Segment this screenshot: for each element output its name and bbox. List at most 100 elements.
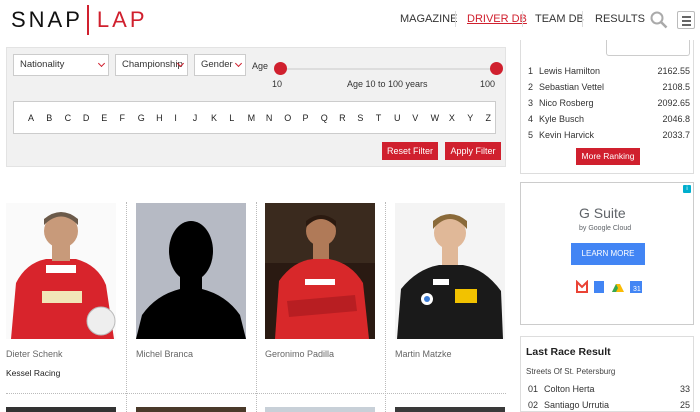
- last-race-event[interactable]: Streets Of St. Petersburg: [526, 367, 615, 376]
- more-ranking-button[interactable]: More Ranking: [576, 148, 640, 165]
- grid-divider: [256, 202, 257, 412]
- age-slider-track[interactable]: [280, 68, 495, 70]
- chevron-down-icon: [97, 59, 106, 68]
- ranking-name[interactable]: Lewis Hamilton: [539, 66, 600, 76]
- driver-card[interactable]: Dieter Schenk Kessel Racing: [6, 203, 116, 378]
- letter-filter-k[interactable]: K: [211, 113, 217, 123]
- ranking-points: 2033.7: [662, 130, 690, 140]
- ranking-name[interactable]: Kyle Busch: [539, 114, 584, 124]
- nav-item-results[interactable]: RESULTS: [595, 13, 645, 25]
- letter-filter-x[interactable]: X: [449, 113, 455, 123]
- driver-name[interactable]: Geronimo Padilla: [265, 349, 334, 359]
- ranking-row[interactable]: 1 Lewis Hamilton 2162.55: [528, 66, 690, 78]
- alphabet-filter: A B C D E F G H I J K L MN O P Q R S T U V WX Y Z: [13, 101, 496, 134]
- search-icon[interactable]: [650, 11, 668, 29]
- letter-filter-g[interactable]: G: [138, 113, 145, 123]
- chevron-down-icon: [234, 59, 243, 68]
- grid-divider: [385, 202, 386, 412]
- ranking-row[interactable]: 3 Nico Rosberg 2092.65: [528, 98, 690, 110]
- nav-item-team-db[interactable]: TEAM DB: [535, 13, 584, 25]
- driver-card[interactable]: Geronimo Padilla: [265, 203, 375, 359]
- hamburger-menu-icon[interactable]: [677, 11, 695, 29]
- site-logo[interactable]: SNAP LAP: [11, 5, 148, 35]
- letter-filter-u[interactable]: U: [394, 113, 401, 123]
- letter-filter-h[interactable]: H: [156, 113, 163, 123]
- driver-card[interactable]: Michel Branca: [136, 203, 246, 359]
- ranking-points: 2046.8: [662, 114, 690, 124]
- logo-text-snap: SNAP: [11, 7, 83, 32]
- letter-filter-c[interactable]: C: [65, 113, 72, 123]
- age-min-value: 10: [272, 79, 283, 89]
- nationality-select[interactable]: Nationality: [13, 54, 109, 76]
- letter-filter-a[interactable]: A: [28, 113, 34, 123]
- docs-icon: [594, 281, 604, 293]
- ranking-name[interactable]: Kevin Harvick: [539, 130, 594, 140]
- nav-item-driver-db[interactable]: DRIVER DB: [467, 13, 527, 25]
- apply-filter-button[interactable]: Apply Filter: [445, 142, 501, 160]
- nav-item-magazine[interactable]: MAGAZINE: [400, 13, 457, 25]
- age-slider-min-handle[interactable]: [274, 62, 287, 75]
- letter-filter-f[interactable]: F: [120, 113, 126, 123]
- site-header: SNAP LAP MAGAZINE DRIVER DB TEAM DB RESU…: [0, 0, 700, 40]
- ranking-name[interactable]: Sebastian Vettel: [539, 82, 604, 92]
- reset-filter-button[interactable]: Reset Filter: [382, 142, 438, 160]
- letter-filter-n[interactable]: N: [266, 113, 273, 123]
- driver-name[interactable]: Michel Branca: [136, 349, 193, 359]
- letter-filter-e[interactable]: E: [101, 113, 107, 123]
- ranking-position: 3: [528, 98, 534, 108]
- nav-divider: [455, 11, 456, 27]
- driver-team[interactable]: Kessel Racing: [6, 368, 60, 378]
- letter-filter-d[interactable]: D: [83, 113, 90, 123]
- letter-filter-v[interactable]: V: [412, 113, 418, 123]
- result-name[interactable]: Colton Herta: [544, 384, 595, 394]
- letter-filter-p[interactable]: P: [303, 113, 309, 123]
- driver-photo[interactable]: [6, 203, 116, 339]
- gmail-icon: [576, 279, 588, 293]
- google-ad[interactable]: i G Suite by Google Cloud LEARN MORE 31: [520, 182, 694, 325]
- ranking-name[interactable]: Nico Rosberg: [539, 98, 594, 108]
- ad-info-icon[interactable]: i: [683, 185, 691, 193]
- ranking-row[interactable]: 5 Kevin Harvick 2033.7: [528, 130, 690, 142]
- letter-filter-w[interactable]: W: [431, 113, 440, 123]
- ranking-position: 5: [528, 130, 534, 140]
- letter-filter-b[interactable]: B: [46, 113, 52, 123]
- driver-name[interactable]: Martin Matzke: [395, 349, 452, 359]
- ranking-row[interactable]: 4 Kyle Busch 2046.8: [528, 114, 690, 126]
- age-max-value: 100: [480, 79, 496, 89]
- letter-filter-y[interactable]: Y: [467, 113, 473, 123]
- letter-filter-j[interactable]: J: [193, 113, 198, 123]
- result-name[interactable]: Santiago Urrutia: [544, 400, 609, 410]
- ranking-points: 2162.55: [657, 66, 690, 76]
- driver-name[interactable]: Dieter Schenk: [6, 349, 63, 359]
- age-slider-max-handle[interactable]: [490, 62, 503, 75]
- result-points: 33: [679, 384, 690, 394]
- learn-more-button[interactable]: LEARN MORE: [571, 243, 645, 265]
- driver-card[interactable]: Martin Matzke: [395, 203, 505, 359]
- driver-photo-placeholder[interactable]: [136, 203, 246, 339]
- gender-select[interactable]: Gender: [194, 54, 246, 76]
- letter-filter-s[interactable]: S: [357, 113, 363, 123]
- letter-filter-z[interactable]: Z: [486, 113, 492, 123]
- driver-photo[interactable]: [265, 203, 375, 339]
- letter-filter-l[interactable]: L: [229, 113, 234, 123]
- ranking-row[interactable]: 2 Sebastian Vettel 2108.5: [528, 82, 690, 94]
- ranking-position: 1: [528, 66, 534, 76]
- driver-photo[interactable]: [136, 407, 246, 412]
- ranking-tab[interactable]: [606, 40, 690, 56]
- letter-filter-o[interactable]: O: [284, 113, 291, 123]
- ranking-points: 2108.5: [662, 82, 690, 92]
- letter-filter-m[interactable]: M: [248, 113, 256, 123]
- driver-photo[interactable]: [265, 407, 375, 412]
- ranking-position: 4: [528, 114, 534, 124]
- letter-filter-i[interactable]: I: [174, 113, 177, 123]
- last-race-result-widget: Last Race Result Streets Of St. Petersbu…: [520, 336, 694, 412]
- letter-filter-r[interactable]: R: [339, 113, 346, 123]
- driver-photo[interactable]: [395, 407, 505, 412]
- driver-photo[interactable]: [395, 203, 505, 339]
- championship-select[interactable]: Championship: [115, 54, 188, 76]
- letter-filter-q[interactable]: Q: [321, 113, 328, 123]
- driver-photo[interactable]: [6, 407, 116, 412]
- ranking-points: 2092.65: [657, 98, 690, 108]
- result-position: 02: [528, 400, 539, 410]
- letter-filter-t[interactable]: T: [376, 113, 382, 123]
